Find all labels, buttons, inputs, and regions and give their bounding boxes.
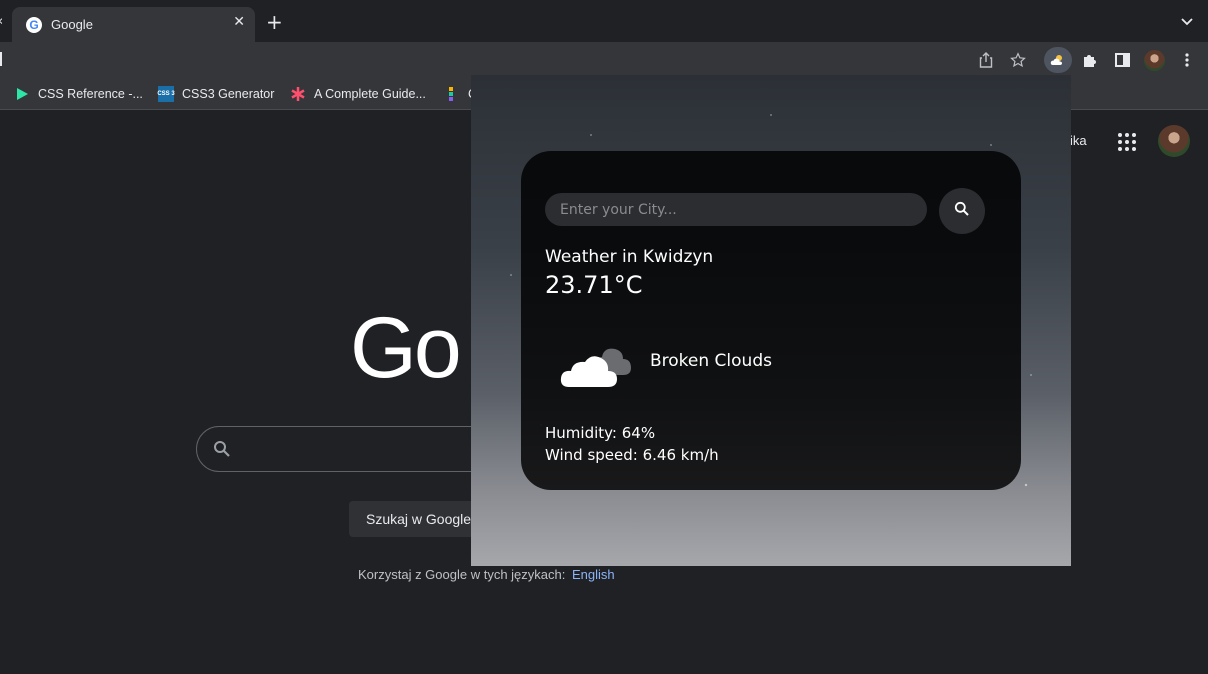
language-offer-text: Korzystaj z Google w tych językach: [358,567,566,582]
bookmark-css-reference[interactable]: CSS Reference -... [14,86,143,102]
google-favicon-icon: G [26,17,42,33]
puzzle-icon[interactable] [1080,50,1100,70]
broken-clouds-icon [557,335,637,391]
bookmark-label: CSS3 Generator [182,87,275,101]
google-logo: Go [350,300,462,396]
weather-description: Broken Clouds [650,351,772,371]
asterisk-icon [290,86,306,102]
wind-speed-value: Wind speed: 6.46 km/h [545,446,719,464]
address-bar[interactable] [0,46,1035,74]
bookmark-complete-guide[interactable]: A Complete Guide... [290,86,426,102]
temperature-value: 23.71°C [545,271,643,299]
avatar[interactable] [1144,50,1165,71]
account-link[interactable]: ika [1070,133,1087,148]
sidepanel-icon[interactable] [1112,50,1132,70]
weather-extension-icon[interactable] [1044,47,1072,73]
browser-tab[interactable]: G Google ✕ [12,7,255,42]
browser-toolbar [0,42,1208,78]
google-search-button[interactable]: Szukaj w Google [349,501,489,537]
apps-grid-icon[interactable] [1118,133,1136,151]
bookmark-label: CSS Reference -... [38,87,143,101]
star-icon[interactable] [1008,50,1028,70]
city-search-button[interactable] [939,188,985,234]
share-icon[interactable] [976,50,996,70]
search-icon [213,440,231,463]
weather-heading: Weather in Kwidzyn [545,247,714,267]
colorful-logo-icon [444,86,460,102]
bookmark-label: A Complete Guide... [314,87,426,101]
css3-badge-icon: CSS 3 [157,86,175,102]
search-icon [954,201,970,221]
language-offer: Korzystaj z Google w tych językach: Engl… [358,567,615,582]
tab-title: Google [51,17,93,32]
tab-strip: ‹ G Google ✕ + [0,0,1208,42]
kebab-menu-icon[interactable] [1177,50,1197,70]
city-search-input[interactable] [545,193,927,226]
bookmark-css3-generator[interactable]: CSS 3 CSS3 Generator [157,86,275,102]
weather-extension-popup: Weather in Kwidzyn 23.71°C Broken Clouds… [471,75,1071,566]
humidity-value: Humidity: 64% [545,424,656,442]
account-avatar[interactable] [1158,125,1190,157]
play-arrow-icon [14,86,30,102]
weather-card: Weather in Kwidzyn 23.71°C Broken Clouds… [521,151,1021,490]
tab-scroll-left-icon[interactable]: ‹ [0,14,3,29]
text-caret [0,52,2,66]
new-tab-button[interactable]: + [266,12,283,32]
tab-close-icon[interactable]: ✕ [233,14,245,30]
language-link-english[interactable]: English [572,567,615,582]
tab-search-chevron-icon[interactable] [1180,14,1194,32]
